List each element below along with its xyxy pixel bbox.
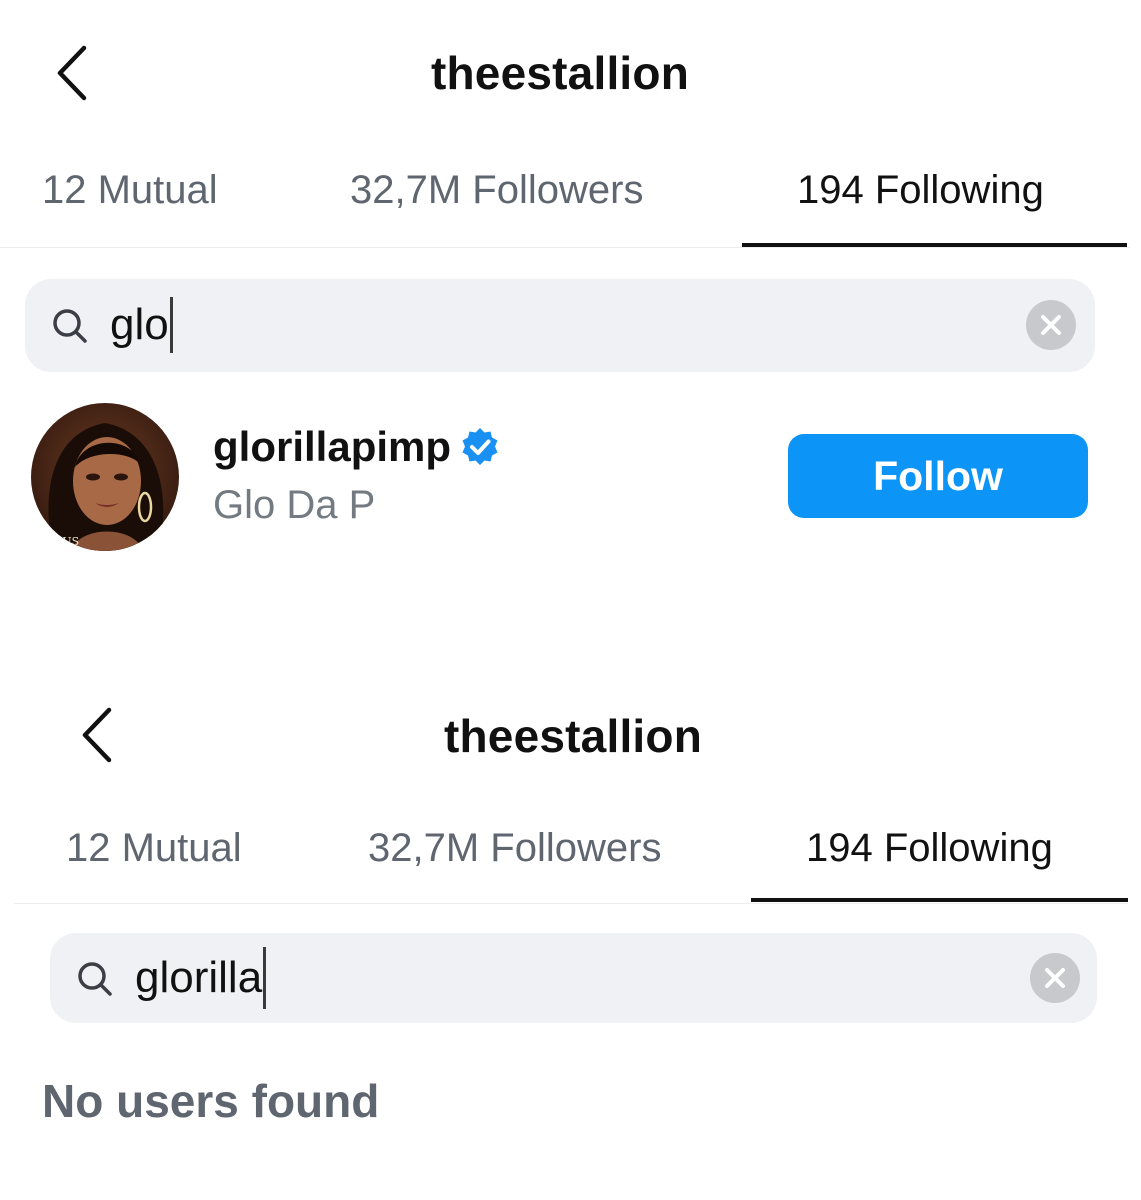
follow-button[interactable]: Follow xyxy=(788,434,1088,518)
result-full-name: Glo Da P xyxy=(213,483,376,527)
search-query-text: glo xyxy=(110,300,169,349)
clear-icon[interactable] xyxy=(1030,953,1080,1003)
search-query: glo xyxy=(110,297,173,353)
text-caret xyxy=(169,297,173,353)
tab-following[interactable]: 194 Following xyxy=(797,168,1044,213)
search-icon xyxy=(51,307,89,345)
tab-followers[interactable]: 32,7M Followers xyxy=(350,168,643,213)
search-query-text: glorilla xyxy=(135,953,263,1002)
active-tab-indicator xyxy=(751,898,1128,902)
clear-icon[interactable] xyxy=(1026,300,1076,350)
page-title: theestallion xyxy=(443,710,703,762)
tab-mutual[interactable]: 12 Mutual xyxy=(42,168,218,213)
tabs-divider xyxy=(14,903,1128,904)
tab-mutual[interactable]: 12 Mutual xyxy=(66,826,242,871)
search-icon xyxy=(76,960,114,998)
back-arrow-icon[interactable] xyxy=(42,38,102,108)
list-item[interactable]: IOUS glorillapimp Glo Da P Follow xyxy=(0,395,1141,565)
search-query: glorilla xyxy=(135,947,267,1009)
page-title: theestallion xyxy=(430,47,690,99)
search-input[interactable]: glo xyxy=(25,279,1095,372)
tabs-divider xyxy=(0,247,1130,248)
tab-followers[interactable]: 32,7M Followers xyxy=(368,826,661,871)
result-username[interactable]: glorillapimp xyxy=(213,423,501,471)
active-tab-indicator xyxy=(742,243,1127,247)
back-arrow-icon[interactable] xyxy=(67,700,127,770)
tab-following[interactable]: 194 Following xyxy=(806,826,1053,871)
text-caret xyxy=(263,947,267,1009)
username-text: glorillapimp xyxy=(213,423,452,470)
search-input[interactable]: glorilla xyxy=(50,933,1097,1023)
empty-results-message: No users found xyxy=(42,1075,380,1127)
svg-text:IOUS: IOUS xyxy=(49,535,79,548)
avatar[interactable]: IOUS xyxy=(31,403,179,551)
verified-badge-icon xyxy=(459,426,501,468)
